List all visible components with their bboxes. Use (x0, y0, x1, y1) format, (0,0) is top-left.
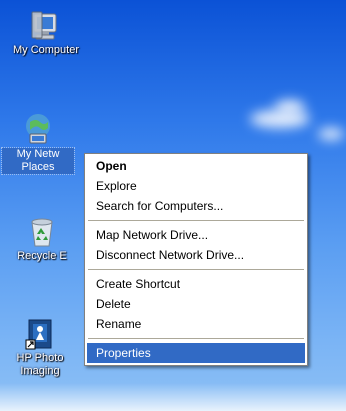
icon-label-text: Recycle E (17, 250, 67, 262)
icon-label-line1: My Netw (16, 148, 60, 160)
cloud-decoration (250, 110, 310, 128)
menu-item-properties[interactable]: Properties (87, 343, 305, 363)
cloud-decoration (275, 100, 305, 114)
menu-item-rename[interactable]: Rename (87, 314, 305, 334)
menu-item-explore[interactable]: Explore (87, 176, 305, 196)
icon-label-line1: HP Photo (16, 352, 64, 364)
desktop-background: My Computer My Netw Places Recycle E HP … (0, 0, 346, 411)
icon-label: HP Photo Imaging (4, 352, 76, 378)
cloud-decoration (318, 128, 344, 140)
my-computer-icon (31, 11, 57, 40)
recycle-bin-icon (31, 218, 53, 247)
menu-item-search-for-computers[interactable]: Search for Computers... (87, 196, 305, 216)
menu-separator (88, 269, 304, 270)
menu-separator (88, 338, 304, 339)
desktop-icon-recycle-bin[interactable]: Recycle E (6, 216, 78, 263)
menu-item-create-shortcut[interactable]: Create Shortcut (87, 274, 305, 294)
icon-label: Recycle E (6, 250, 78, 263)
icon-label-selected: My Netw Places (1, 147, 75, 175)
network-places-icon (26, 114, 50, 144)
menu-item-map-network-drive[interactable]: Map Network Drive... (87, 225, 305, 245)
menu-separator (88, 220, 304, 221)
desktop-icon-my-computer[interactable]: My Computer (10, 10, 82, 57)
menu-item-disconnect-network-drive[interactable]: Disconnect Network Drive... (87, 245, 305, 265)
hp-photo-imaging-icon (25, 319, 52, 350)
menu-item-open[interactable]: Open (87, 156, 305, 176)
horizon-glow (0, 383, 346, 411)
icon-label-line2: Imaging (20, 365, 60, 377)
desktop-icon-hp-photo-imaging[interactable]: HP Photo Imaging (4, 318, 76, 378)
icon-label-line2: Places (21, 161, 55, 173)
menu-item-delete[interactable]: Delete (87, 294, 305, 314)
desktop-icon-my-network-places[interactable]: My Netw Places (1, 112, 75, 175)
icon-label: My Computer (12, 44, 80, 56)
context-menu: Open Explore Search for Computers... Map… (84, 153, 308, 366)
